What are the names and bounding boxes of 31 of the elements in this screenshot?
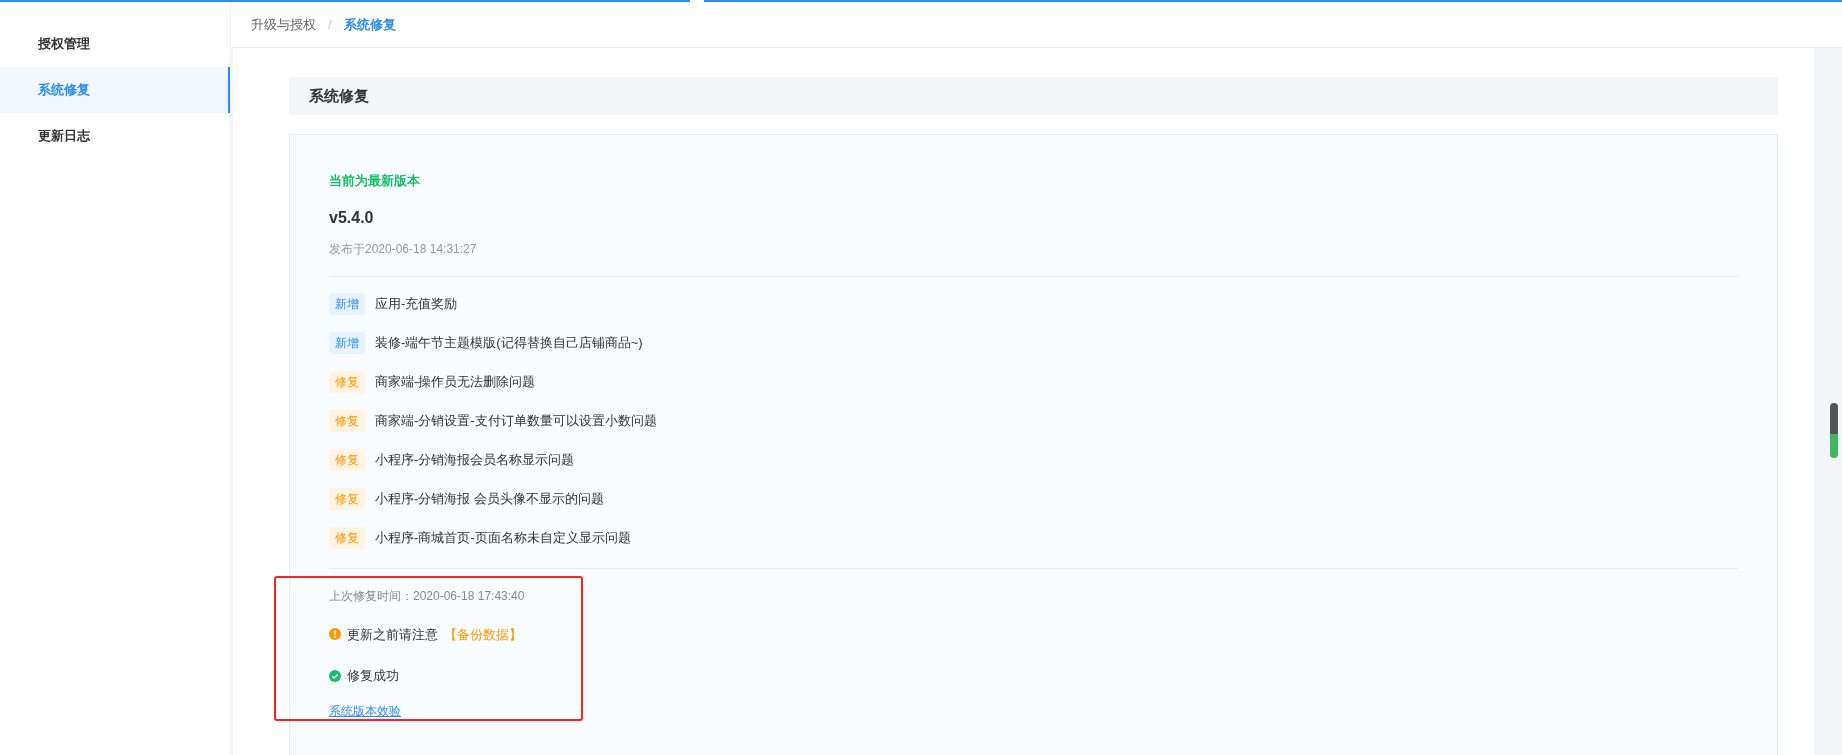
change-tag: 修复 <box>329 410 365 432</box>
change-tag: 修复 <box>329 488 365 510</box>
version-status: 当前为最新版本 <box>329 172 421 190</box>
check-circle-icon <box>329 669 341 682</box>
change-text: 装修-端午节主题模版(记得替换自己店铺商品~) <box>375 334 643 353</box>
panel-header: 系统修复 <box>289 77 1778 115</box>
sidebar-item[interactable]: 授权管理 <box>0 21 230 67</box>
change-text: 应用-充值奖励 <box>375 295 458 314</box>
change-tag: 修复 <box>329 449 365 471</box>
last-repair-time: 上次修复时间：2020-06-18 17:43:40 <box>329 587 526 605</box>
change-text: 商家端-操作员无法删除问题 <box>375 373 536 392</box>
notice-text: 修复成功 <box>347 667 399 685</box>
change-tag: 新增 <box>329 332 365 354</box>
breadcrumb-link[interactable]: 升级与授权 <box>251 14 316 35</box>
release-time: 发布于2020-06-18 14:31:27 <box>329 240 478 258</box>
version-number: v5.4.0 <box>329 207 375 228</box>
notice-text: 更新之前请注意 <box>347 625 438 644</box>
change-text: 商家端-分销设置-支付订单数量可以设置小数问题 <box>375 412 657 431</box>
warning-icon <box>329 628 341 641</box>
backup-data-text: 【备份数据】 <box>444 625 522 644</box>
version-check-link[interactable]: 系统版本效验 <box>329 701 401 720</box>
change-tag: 修复 <box>329 527 365 549</box>
sidebar-item[interactable]: 更新日志 <box>0 113 230 159</box>
breadcrumb-separator: / <box>328 15 332 34</box>
change-tag: 新增 <box>329 293 365 315</box>
change-text: 小程序-商城首页-页面名称未自定义显示问题 <box>375 529 631 548</box>
change-tag: 修复 <box>329 371 365 393</box>
sidebar-item[interactable]: 系统修复 <box>0 67 230 113</box>
change-text: 小程序-分销海报 会员头像不显示的问题 <box>375 490 604 509</box>
change-text: 小程序-分销海报会员名称显示问题 <box>375 451 575 470</box>
scrollbar-thumb[interactable] <box>1830 403 1838 458</box>
